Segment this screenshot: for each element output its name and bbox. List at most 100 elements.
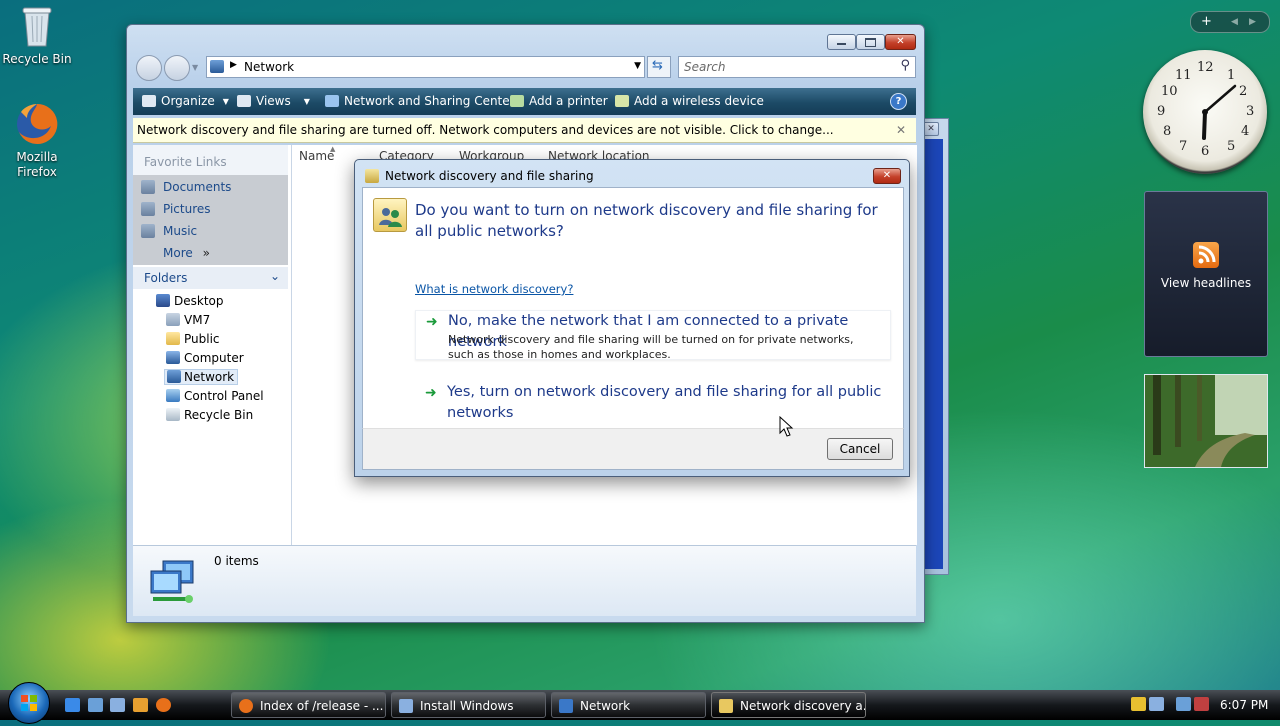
minimize-button[interactable]: [827, 34, 856, 50]
favorite-link-documents[interactable]: Documents: [141, 180, 231, 194]
taskbar-item-label: Install Windows: [420, 699, 514, 713]
refresh-button[interactable]: ⇆: [647, 56, 671, 78]
computer-icon: [166, 351, 180, 364]
taskbar-item-network-discovery[interactable]: Network discovery a...: [711, 692, 866, 718]
recent-pages-dropdown[interactable]: ▼: [192, 63, 198, 72]
tree-item-vm7[interactable]: VM7: [166, 313, 211, 327]
tree-item-computer[interactable]: Computer: [166, 351, 244, 365]
option-private-network[interactable]: ➜ No, make the network that I am connect…: [415, 310, 891, 361]
close-icon[interactable]: ✕: [896, 118, 906, 143]
firefox-icon[interactable]: [156, 698, 171, 712]
close-button[interactable]: ✕: [873, 168, 901, 184]
switch-windows-icon[interactable]: [110, 698, 125, 712]
add-gadget-icon[interactable]: +: [1201, 12, 1212, 32]
user-folder-icon: [166, 313, 180, 326]
cancel-button[interactable]: Cancel: [827, 438, 893, 460]
media-player-icon[interactable]: [133, 698, 148, 712]
start-button[interactable]: [8, 682, 50, 724]
chevron-down-icon: ⌄: [269, 269, 280, 283]
close-button[interactable]: ✕: [885, 34, 916, 50]
slideshow-gadget[interactable]: [1144, 374, 1268, 468]
sidebar-controls[interactable]: + ◀ ▶: [1190, 11, 1270, 33]
breadcrumb-arrow-icon: ▶: [230, 60, 237, 70]
clock-hands: [1202, 84, 1237, 140]
network-sharing-icon: [719, 699, 733, 713]
volume-muted-icon[interactable]: [1194, 697, 1209, 711]
taskbar-item-network[interactable]: Network: [551, 692, 706, 718]
taskbar-item-label: Network: [580, 699, 631, 713]
previous-icon[interactable]: ◀: [1231, 12, 1238, 32]
folders-header[interactable]: Folders ⌄: [133, 267, 288, 289]
breadcrumb[interactable]: Network: [244, 60, 294, 74]
tree-item-label: VM7: [184, 313, 211, 327]
pictures-icon: [141, 202, 155, 216]
internet-explorer-icon[interactable]: [65, 698, 80, 712]
network-discovery-dialog[interactable]: Network discovery and file sharing ✕ Do …: [354, 159, 910, 477]
show-desktop-icon[interactable]: [88, 698, 103, 712]
favorite-link-more[interactable]: More »: [163, 246, 210, 260]
desktop-icon-label: Mozilla Firefox: [16, 150, 58, 179]
network-sharing-center-button[interactable]: Network and Sharing Center: [325, 94, 515, 108]
next-icon[interactable]: ▶: [1249, 12, 1256, 32]
address-dropdown-icon[interactable]: ▼: [634, 61, 641, 71]
views-button[interactable]: Views ▼: [237, 94, 310, 108]
tree-item-control-panel[interactable]: Control Panel: [166, 389, 264, 403]
add-wireless-label: Add a wireless device: [634, 94, 764, 108]
clock-time[interactable]: 6:07 PM: [1220, 698, 1268, 712]
favorite-link-music[interactable]: Music: [141, 224, 197, 238]
desktop-icon: [156, 294, 170, 307]
tree-item-label: Network: [184, 370, 235, 384]
option-public-networks[interactable]: ➜ Yes, turn on network discovery and fil…: [415, 382, 889, 426]
taskbar-item-install-windows[interactable]: Install Windows: [391, 692, 546, 718]
network-computers-icon: [149, 559, 199, 607]
search-input[interactable]: Search: [684, 60, 726, 74]
favorite-link-label: More: [163, 246, 193, 260]
tree-item-desktop[interactable]: Desktop: [156, 294, 224, 308]
clock-gadget[interactable]: 12 1 2 3 4 5 6 7 8 9 10 11: [1143, 50, 1267, 174]
help-icon[interactable]: ?: [890, 93, 907, 110]
feed-headlines-gadget[interactable]: View headlines: [1144, 191, 1268, 357]
add-printer-button[interactable]: Add a printer: [510, 94, 608, 108]
tray-app-icon[interactable]: [1149, 697, 1164, 711]
what-is-network-discovery-link[interactable]: What is network discovery?: [415, 282, 573, 296]
folder-icon: [166, 332, 180, 345]
address-bar[interactable]: ▶ Network ▼: [206, 56, 645, 78]
sort-arrow-icon: ▲: [330, 145, 336, 153]
tree-item-label: Desktop: [174, 294, 224, 308]
organize-button[interactable]: Organize ▼: [142, 94, 229, 108]
maximize-button[interactable]: [856, 34, 885, 50]
favorite-link-pictures[interactable]: Pictures: [141, 202, 211, 216]
views-icon: [237, 95, 251, 107]
tree-item-public[interactable]: Public: [166, 332, 220, 346]
control-panel-icon: [166, 389, 180, 402]
documents-icon: [141, 180, 155, 194]
desktop-icon-firefox[interactable]: Mozilla Firefox: [0, 102, 74, 180]
rss-icon: [1193, 242, 1219, 268]
dialog-footer: Cancel: [362, 428, 904, 470]
desktop-icon-recycle-bin[interactable]: Recycle Bin: [0, 4, 74, 67]
navigation-pane: Favorite Links Documents Pictures Music …: [133, 145, 292, 545]
back-button[interactable]: [136, 55, 162, 81]
network-icon: [167, 370, 181, 383]
search-field[interactable]: Search ⚲: [678, 56, 916, 78]
tree-item-network[interactable]: Network: [164, 369, 239, 385]
tree-item-label: Control Panel: [184, 389, 264, 403]
forward-button[interactable]: [164, 55, 190, 81]
recycle-bin-icon: [20, 4, 54, 48]
dialog-body: Do you want to turn on network discovery…: [362, 187, 904, 430]
security-shield-icon[interactable]: [1131, 697, 1146, 711]
taskbar-item-firefox[interactable]: Index of /release - ...: [231, 692, 386, 718]
option-description: Network discovery and file sharing will …: [448, 333, 854, 361]
info-bar[interactable]: Network discovery and file sharing are t…: [133, 118, 916, 143]
minimize-icon: [837, 43, 846, 45]
users-icon: [373, 198, 407, 232]
tree-item-recycle-bin[interactable]: Recycle Bin: [166, 408, 253, 422]
search-icon[interactable]: ⚲: [900, 58, 910, 73]
favorite-link-label: Pictures: [163, 202, 211, 216]
tree-item-label: Computer: [184, 351, 244, 365]
add-wireless-device-button[interactable]: Add a wireless device: [615, 94, 764, 108]
installer-icon: [399, 699, 413, 713]
details-pane: 0 items: [133, 545, 916, 616]
close-icon[interactable]: ✕: [923, 122, 939, 136]
network-tray-icon[interactable]: [1176, 697, 1191, 711]
